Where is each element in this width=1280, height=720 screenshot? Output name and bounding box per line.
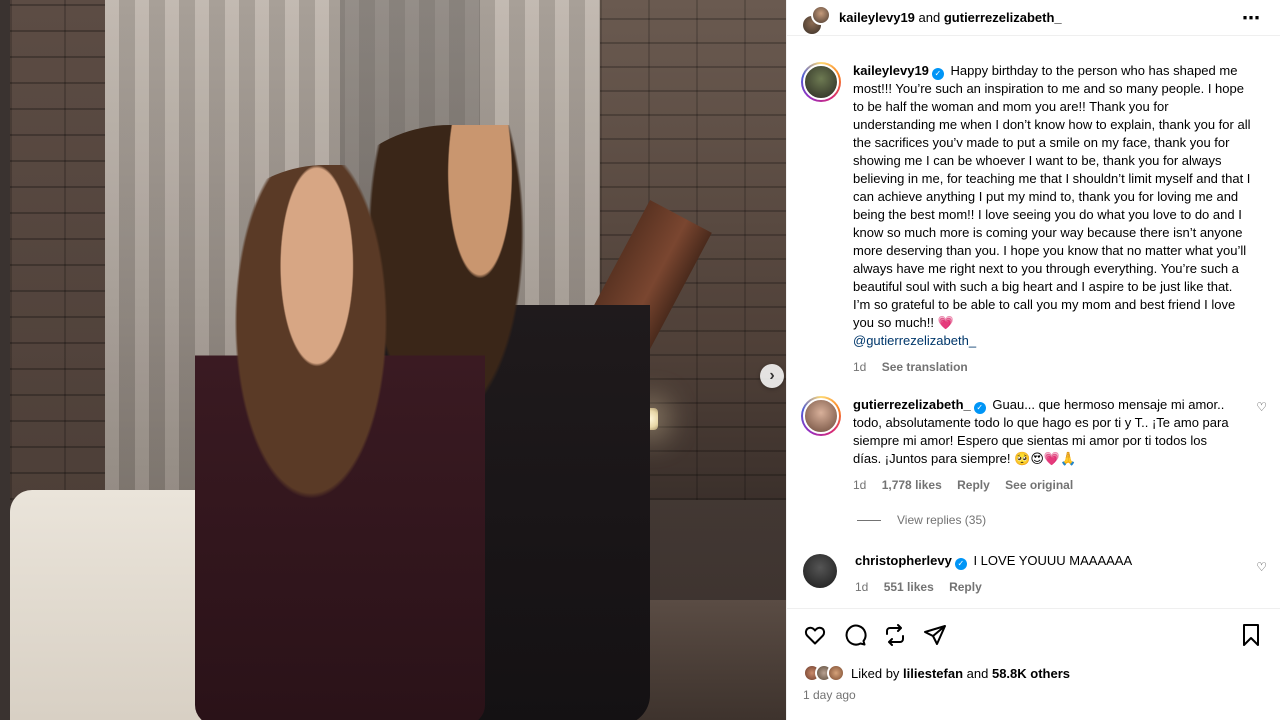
comment-likes[interactable]: 1,778 likes (882, 478, 942, 492)
author-link[interactable]: gutierrezelizabeth_ (944, 10, 1062, 25)
see-original-link[interactable]: See original (1005, 478, 1073, 492)
heart-icon[interactable] (803, 623, 827, 647)
post-header: kaileylevy19 and gutierrezelizabeth_ ⋯ (787, 0, 1280, 36)
collab-avatars[interactable] (801, 4, 831, 36)
comment-time: 1d (855, 580, 869, 594)
repost-icon[interactable] (883, 623, 907, 647)
likes-count[interactable]: 58.8K others (992, 666, 1070, 681)
caption-username[interactable]: kaileylevy19 (853, 63, 929, 78)
comment-time: 1d (853, 478, 867, 492)
comment-username[interactable]: gutierrezelizabeth_ (853, 397, 971, 412)
comment-username[interactable]: christopherlevy (855, 553, 952, 568)
heart-emoji: 💗 (937, 315, 954, 330)
avatar (811, 4, 831, 25)
avatar (803, 398, 839, 434)
comment-meta: 1d 551 likes Reply (855, 578, 1239, 596)
avatar[interactable] (803, 554, 837, 588)
comment-icon[interactable] (843, 623, 867, 647)
comment-item: gutierrezelizabeth_ ✓ Guau... que hermoso… (801, 396, 1267, 494)
post-authors: kaileylevy19 and gutierrezelizabeth_ (839, 10, 1062, 25)
post-panel: kaileylevy19 and gutierrezelizabeth_ ⋯ k… (786, 0, 1280, 720)
comment-text: I LOVE YOUUU MAAAAAA (973, 553, 1133, 568)
photo-person-daughter (195, 165, 485, 720)
post-photo: › (10, 0, 786, 720)
verified-badge-icon: ✓ (931, 68, 944, 80)
avatar (803, 64, 839, 100)
heart-icon[interactable]: ♡ (1256, 560, 1267, 574)
post-actions: Liked by liliestefan and 58.8K others 1 … (787, 608, 1280, 720)
story-ring[interactable] (801, 62, 841, 102)
left-gutter (0, 0, 10, 720)
avatar (827, 664, 845, 682)
caption-meta: 1d See translation (853, 358, 1253, 376)
caption-text: Happy birthday to the person who has sha… (853, 63, 1251, 330)
view-replies-button[interactable]: View replies (35) (857, 513, 986, 527)
chevron-right-icon: › (769, 367, 775, 384)
see-translation-link[interactable]: See translation (882, 360, 968, 374)
author-link[interactable]: kaileylevy19 (839, 10, 915, 25)
post-caption: kaileylevy19 ✓ Happy birthday to the pers… (801, 62, 1267, 376)
photo-brick-wall-left (10, 0, 120, 500)
comment-likes[interactable]: 551 likes (884, 580, 934, 594)
bookmark-icon[interactable] (1239, 623, 1263, 647)
reply-button[interactable]: Reply (949, 580, 982, 594)
comment-meta: 1d 1,778 likes Reply See original (853, 476, 1237, 494)
action-row (803, 623, 947, 647)
caption-mention[interactable]: @gutierrezelizabeth_ (853, 333, 976, 348)
reply-button[interactable]: Reply (957, 478, 990, 492)
more-options-icon[interactable]: ⋯ (1242, 8, 1261, 29)
verified-badge-icon: ✓ (973, 402, 986, 414)
divider (857, 519, 881, 521)
liked-by-user[interactable]: liliestefan (903, 666, 963, 681)
story-ring[interactable] (801, 396, 841, 436)
heart-icon[interactable]: ♡ (1256, 400, 1267, 414)
share-icon[interactable] (923, 623, 947, 647)
verified-badge-icon: ✓ (954, 558, 967, 570)
next-slide-button[interactable]: › (760, 364, 784, 388)
liked-by: Liked by liliestefan and 58.8K others (803, 664, 1070, 682)
caption-time: 1d (853, 360, 867, 374)
comment-emojis: 🥺😍💗🙏 (1014, 451, 1077, 466)
post-time: 1 day ago (803, 688, 856, 702)
comment-item: christopherlevy ✓ I LOVE YOUUU MAAAAAA 1d… (801, 552, 1267, 596)
